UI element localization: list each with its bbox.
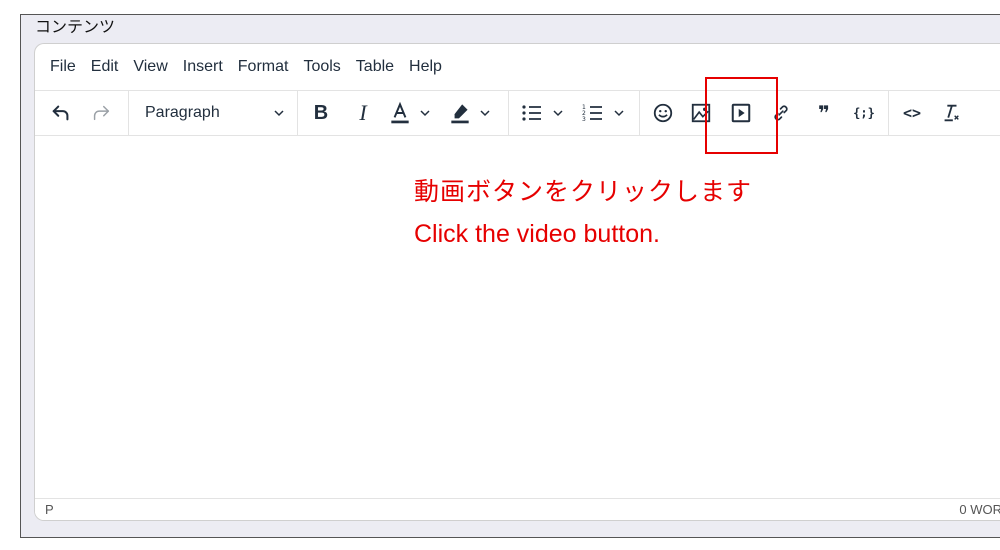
element-path[interactable]: P <box>45 502 54 517</box>
link-icon <box>774 105 788 121</box>
italic-button[interactable]: I <box>348 91 378 135</box>
bullet-list-icon <box>522 105 541 121</box>
bullet-list-button[interactable] <box>520 91 574 135</box>
clear-formatting-button[interactable] <box>936 91 966 135</box>
statusbar: P 0 WOR <box>35 498 1000 520</box>
chevron-down-icon <box>274 110 284 117</box>
block-format-label: Paragraph <box>145 104 220 121</box>
instruction-english: Click the video button. <box>414 220 660 248</box>
emoji-icon <box>653 103 673 123</box>
redo-button[interactable] <box>85 91 117 135</box>
bold-button[interactable]: B <box>306 91 336 135</box>
chevron-down-icon <box>614 110 624 117</box>
emoji-button[interactable] <box>648 91 678 135</box>
numbered-list-icon: 123 <box>582 104 602 123</box>
menu-edit[interactable]: Edit <box>84 54 126 80</box>
blockquote-button[interactable]: ❞ <box>809 91 839 135</box>
image-icon <box>691 103 711 123</box>
menubar: File Edit View Insert Format Tools Table… <box>35 44 1000 89</box>
menu-format[interactable]: Format <box>231 54 296 80</box>
toolbar-separator <box>297 91 298 135</box>
menu-view[interactable]: View <box>126 54 174 80</box>
editor-content-area[interactable]: 動画ボタンをクリックします Click the video button. <box>35 136 1000 498</box>
highlight-color-button[interactable] <box>447 91 503 135</box>
chevron-down-icon <box>480 110 490 117</box>
field-label: コンテンツ <box>35 17 116 36</box>
menu-table[interactable]: Table <box>349 54 401 80</box>
menu-insert[interactable]: Insert <box>176 54 230 80</box>
menu-file[interactable]: File <box>43 54 83 80</box>
clear-formatting-icon <box>944 104 959 122</box>
toolbar-separator <box>639 91 640 135</box>
video-button[interactable] <box>726 91 756 135</box>
source-code-icon: <> <box>902 104 922 122</box>
menu-help[interactable]: Help <box>402 54 449 80</box>
chevron-down-icon <box>420 110 430 117</box>
source-code-button[interactable]: <> <box>897 91 927 135</box>
bold-icon: B <box>313 101 329 124</box>
redo-icon <box>93 105 110 121</box>
chevron-down-icon <box>553 110 563 117</box>
video-icon <box>731 103 751 123</box>
undo-icon <box>52 105 69 121</box>
numbered-list-button[interactable]: 123 <box>581 91 635 135</box>
link-button[interactable] <box>766 91 796 135</box>
instruction-japanese: 動画ボタンをクリックします <box>414 177 753 206</box>
toolbar-separator <box>508 91 509 135</box>
code-sample-button[interactable]: {;} <box>847 91 881 135</box>
image-button[interactable] <box>686 91 716 135</box>
code-sample-icon: {;} <box>853 106 875 120</box>
rich-text-editor: File Edit View Insert Format Tools Table… <box>34 43 1000 521</box>
italic-icon: I <box>359 100 367 125</box>
toolbar-separator <box>128 91 129 135</box>
text-color-button[interactable] <box>387 91 443 135</box>
blockquote-icon: ❞ <box>818 101 830 125</box>
toolbar: Paragraph B I 123 ❞ {;} <> <box>35 90 1000 136</box>
svg-text:3: 3 <box>582 116 586 123</box>
text-color-icon <box>391 101 409 124</box>
highlight-icon <box>451 104 469 124</box>
menu-tools[interactable]: Tools <box>296 54 347 80</box>
word-count[interactable]: 0 WOR <box>959 502 1000 517</box>
toolbar-separator <box>888 91 889 135</box>
undo-button[interactable] <box>45 91 77 135</box>
block-format-select[interactable]: Paragraph <box>135 91 295 135</box>
